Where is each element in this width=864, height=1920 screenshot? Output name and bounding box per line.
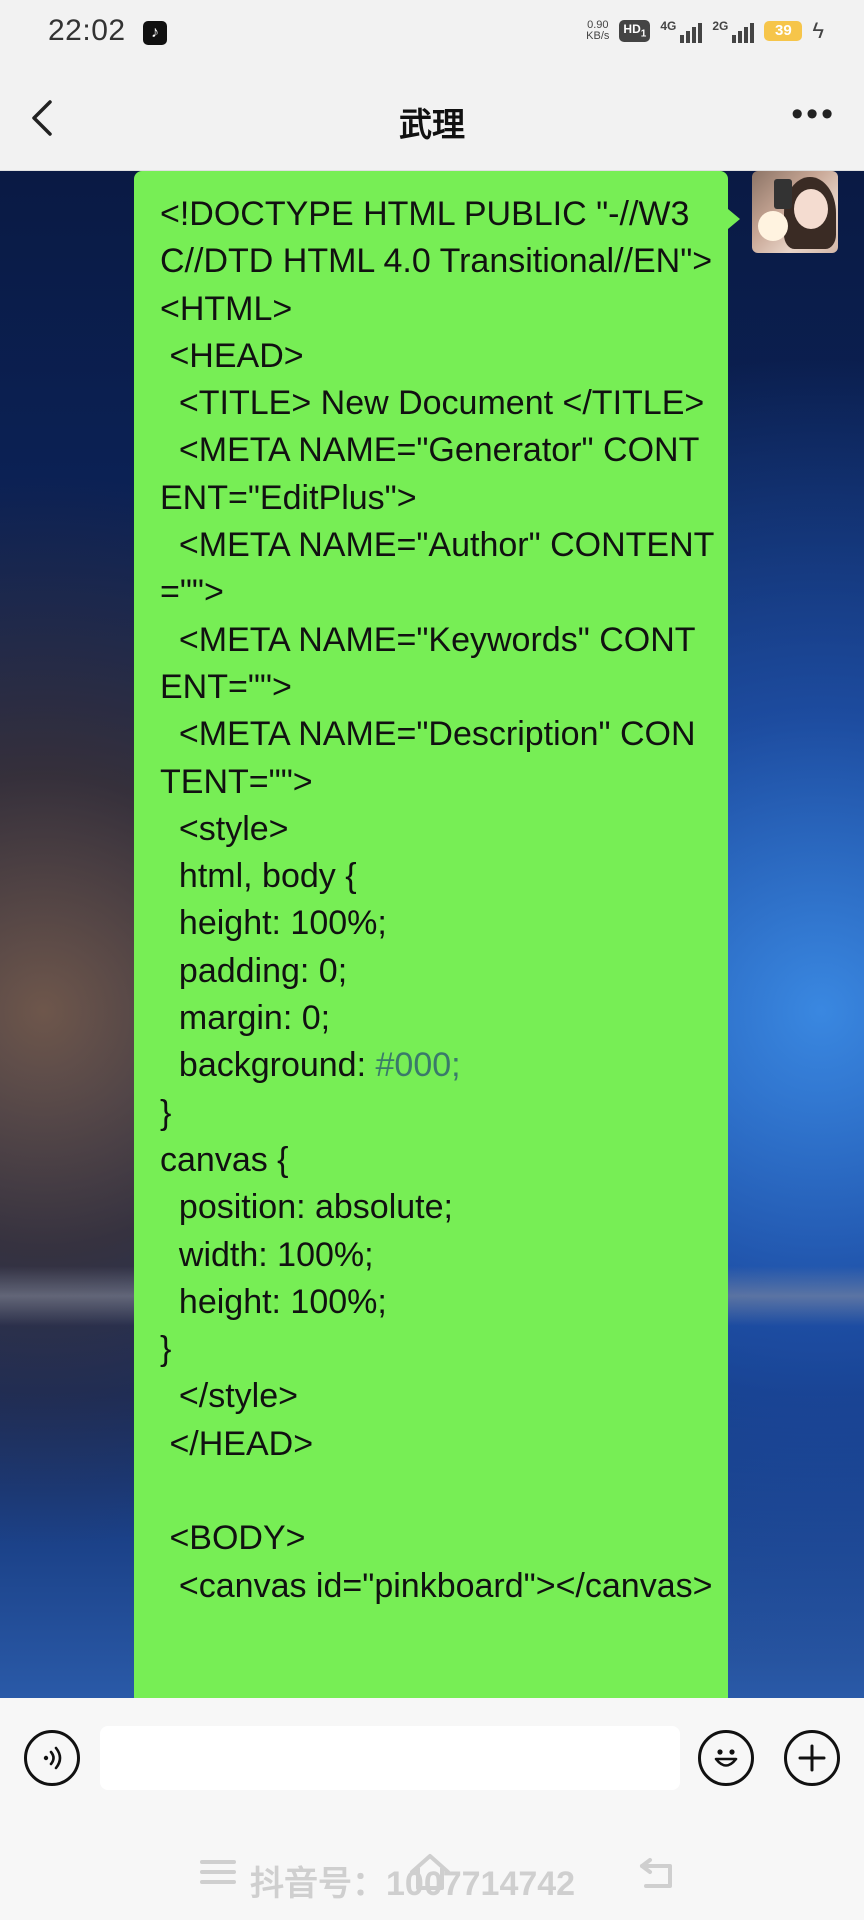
plus-button[interactable] xyxy=(784,1730,840,1786)
signal-4g-label: 4G xyxy=(660,19,677,33)
message-code: <!DOCTYPE HTML PUBLIC "-//W3C//DTD HTML … xyxy=(160,195,715,1085)
input-bar xyxy=(0,1698,864,1828)
charging-icon: ϟ xyxy=(812,18,824,43)
chat-title: 武理 xyxy=(399,106,465,143)
emoji-icon xyxy=(714,1749,738,1767)
network-speed: 0.90 KB/s xyxy=(586,20,609,42)
battery-level: 39 xyxy=(775,22,792,39)
nav-back-button[interactable] xyxy=(636,1850,680,1894)
hd-badge: HD1 xyxy=(619,20,651,42)
status-icons: 0.90 KB/s HD1 4G 2G 39 ϟ xyxy=(586,18,824,44)
avatar[interactable] xyxy=(752,171,838,253)
message-text: <!DOCTYPE HTML PUBLIC "-//W3C//DTD HTML … xyxy=(160,191,715,1610)
signal-2g-label: 2G xyxy=(712,19,729,33)
signal-2g-icon: 2G xyxy=(712,19,755,43)
status-time: 22:02 xyxy=(48,14,126,47)
hd-label: HD xyxy=(623,22,641,37)
voice-icon xyxy=(43,1746,62,1770)
message-bubble[interactable]: <!DOCTYPE HTML PUBLIC "-//W3C//DTD HTML … xyxy=(134,171,728,1698)
watermark: 抖音号：1007714742 xyxy=(250,1865,576,1903)
message-input[interactable] xyxy=(100,1726,680,1790)
message-code-hex: #000; xyxy=(375,1046,461,1085)
navigation-bar: 抖音号：1007714742 xyxy=(0,1828,864,1920)
plus-icon xyxy=(798,1744,826,1772)
bubble-tail xyxy=(728,209,740,229)
network-speed-unit: KB/s xyxy=(586,30,610,42)
more-horizontal-icon: ••• xyxy=(791,95,836,133)
status-bar: 22:02 ♪ 0.90 KB/s HD1 4G 2G 39 ϟ xyxy=(0,0,864,66)
chat-area[interactable]: <!DOCTYPE HTML PUBLIC "-//W3C//DTD HTML … xyxy=(0,171,864,1698)
menu-icon xyxy=(200,1860,236,1884)
emoji-button[interactable] xyxy=(698,1730,754,1786)
hd-sub: 1 xyxy=(640,28,647,40)
message-code-rest: } canvas { position: absolute; width: 10… xyxy=(160,1093,713,1605)
tiktok-notification-icon: ♪ xyxy=(143,21,167,45)
back-icon xyxy=(640,1858,672,1888)
chat-header: 武理 ••• xyxy=(0,66,864,171)
signal-4g-icon: 4G xyxy=(660,19,703,43)
battery-icon: 39 xyxy=(764,21,803,41)
voice-button[interactable] xyxy=(24,1730,80,1786)
more-button[interactable]: ••• xyxy=(791,97,836,131)
nav-menu-button[interactable] xyxy=(196,1850,240,1894)
